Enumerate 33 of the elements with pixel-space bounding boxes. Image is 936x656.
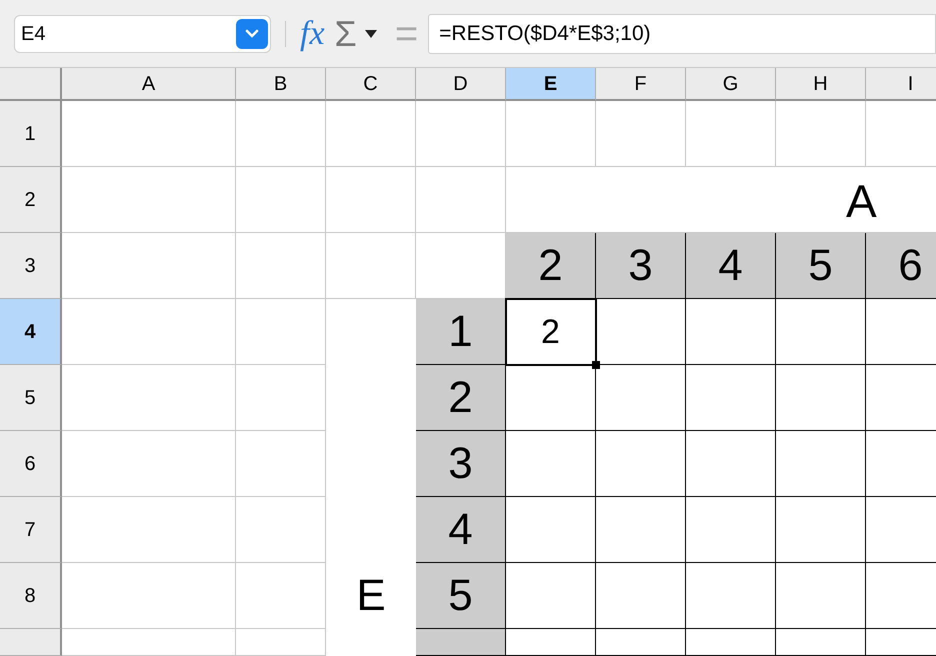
- column-header[interactable]: G: [686, 68, 776, 101]
- row-header[interactable]: 7: [0, 497, 62, 563]
- column-header[interactable]: H: [776, 68, 866, 101]
- function-wizard-button[interactable]: fx: [300, 16, 325, 50]
- name-box[interactable]: E4: [14, 14, 271, 52]
- sum-button[interactable]: Σ: [334, 16, 357, 52]
- table-header-cell[interactable]: 2: [506, 233, 596, 299]
- table-header-cell[interactable]: 2: [416, 365, 506, 431]
- table-header-cell[interactable]: 5: [416, 563, 506, 629]
- row-header[interactable]: 8: [0, 563, 62, 629]
- column-header[interactable]: C: [326, 68, 416, 101]
- table-header-cell[interactable]: 5: [776, 233, 866, 299]
- row-header[interactable]: 4: [0, 299, 62, 365]
- table-header-cell[interactable]: 3: [416, 431, 506, 497]
- table-header-cell[interactable]: 1: [416, 299, 506, 365]
- column-header[interactable]: I: [866, 68, 936, 101]
- table-header-cell[interactable]: 4: [416, 497, 506, 563]
- column-header[interactable]: D: [416, 68, 506, 101]
- column-header[interactable]: E: [506, 68, 596, 101]
- row-header[interactable]: 6: [0, 431, 62, 497]
- table-header-cell[interactable]: 4: [686, 233, 776, 299]
- column-header[interactable]: A: [62, 68, 236, 101]
- table-title: A: [846, 178, 877, 224]
- row-header[interactable]: 2: [0, 167, 62, 233]
- row-header[interactable]: 1: [0, 101, 62, 167]
- column-header[interactable]: F: [596, 68, 686, 101]
- cell-text: E: [356, 574, 386, 618]
- row-header[interactable]: 5: [0, 365, 62, 431]
- table-header-cell[interactable]: 3: [596, 233, 686, 299]
- column-header[interactable]: B: [236, 68, 326, 101]
- formula-field[interactable]: =RESTO($D4*E$3;10): [428, 14, 936, 54]
- row-header[interactable]: 3: [0, 233, 62, 299]
- table-header-cell[interactable]: 6: [866, 233, 936, 299]
